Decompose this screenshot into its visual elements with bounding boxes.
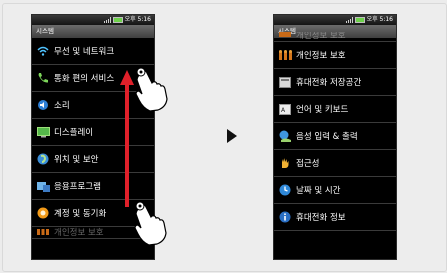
list-item-accounts[interactable]: 계정 및 동기화 bbox=[32, 200, 154, 227]
apps-icon bbox=[36, 179, 50, 193]
accessibility-icon bbox=[278, 156, 292, 170]
privacy-icon bbox=[278, 48, 292, 62]
status-bar: 오후 5:16 bbox=[274, 15, 396, 25]
privacy-icon bbox=[278, 32, 292, 41]
settings-list: 무선 및 네트워크 통화 편의 서비스 소리 디스플레이 위치 및 보안 응용프… bbox=[32, 38, 154, 239]
next-step-arrow-icon bbox=[227, 129, 237, 143]
list-item-display[interactable]: 디스플레이 bbox=[32, 119, 154, 146]
list-item-datetime[interactable]: 날짜 및 시간 bbox=[274, 177, 396, 204]
phone-icon bbox=[36, 71, 50, 85]
list-item-language[interactable]: A 언어 및 키보드 bbox=[274, 96, 396, 123]
list-item-voice[interactable]: 음성 입력 & 출력 bbox=[274, 123, 396, 150]
wifi-icon bbox=[36, 44, 50, 58]
list-item-privacy[interactable]: 개인정보 보호 bbox=[274, 42, 396, 69]
list-item-accessibility[interactable]: 접근성 bbox=[274, 150, 396, 177]
signal-icon bbox=[103, 17, 111, 23]
storage-icon bbox=[278, 75, 292, 89]
sync-icon bbox=[36, 206, 50, 220]
list-item-sound[interactable]: 소리 bbox=[32, 92, 154, 119]
list-item-partial[interactable]: 개인정보 보호 bbox=[274, 32, 396, 42]
list-item-phone-info[interactable]: 휴대전화 정보 bbox=[274, 204, 396, 231]
left-phone-screen: 오후 5:16 시스템 무선 및 네트워크 통화 편의 서비스 소리 디스플레이… bbox=[31, 14, 155, 260]
display-icon bbox=[36, 125, 50, 139]
location-icon bbox=[36, 152, 50, 166]
battery-icon bbox=[354, 17, 365, 23]
status-bar: 오후 5:16 bbox=[32, 15, 154, 25]
clock-icon bbox=[278, 183, 292, 197]
status-time: 오후 5:16 bbox=[366, 16, 393, 23]
list-item-storage[interactable]: 휴대전화 저장공간 bbox=[274, 69, 396, 96]
list-item-wireless[interactable]: 무선 및 네트워크 bbox=[32, 38, 154, 65]
list-item-location[interactable]: 위치 및 보안 bbox=[32, 146, 154, 173]
signal-icon bbox=[345, 17, 353, 23]
info-icon bbox=[278, 210, 292, 224]
battery-icon bbox=[112, 17, 123, 23]
settings-list: 개인정보 보호 개인정보 보호 휴대전화 저장공간 A 언어 및 키보드 음성 … bbox=[274, 32, 396, 231]
keyboard-icon: A bbox=[278, 102, 292, 116]
privacy-icon bbox=[36, 227, 50, 238]
list-item-call[interactable]: 통화 편의 서비스 bbox=[32, 65, 154, 92]
right-phone-screen: 오후 5:16 시스템 개인정보 보호 개인정보 보호 휴대전화 저장공간 A bbox=[273, 14, 397, 260]
sound-icon bbox=[36, 98, 50, 112]
list-item-privacy-partial[interactable]: 개인정보 보호 bbox=[32, 227, 154, 239]
list-item-apps[interactable]: 응용프로그램 bbox=[32, 173, 154, 200]
voice-icon bbox=[278, 129, 292, 143]
page-title: 시스템 bbox=[32, 25, 154, 38]
status-time: 오후 5:16 bbox=[124, 16, 151, 23]
